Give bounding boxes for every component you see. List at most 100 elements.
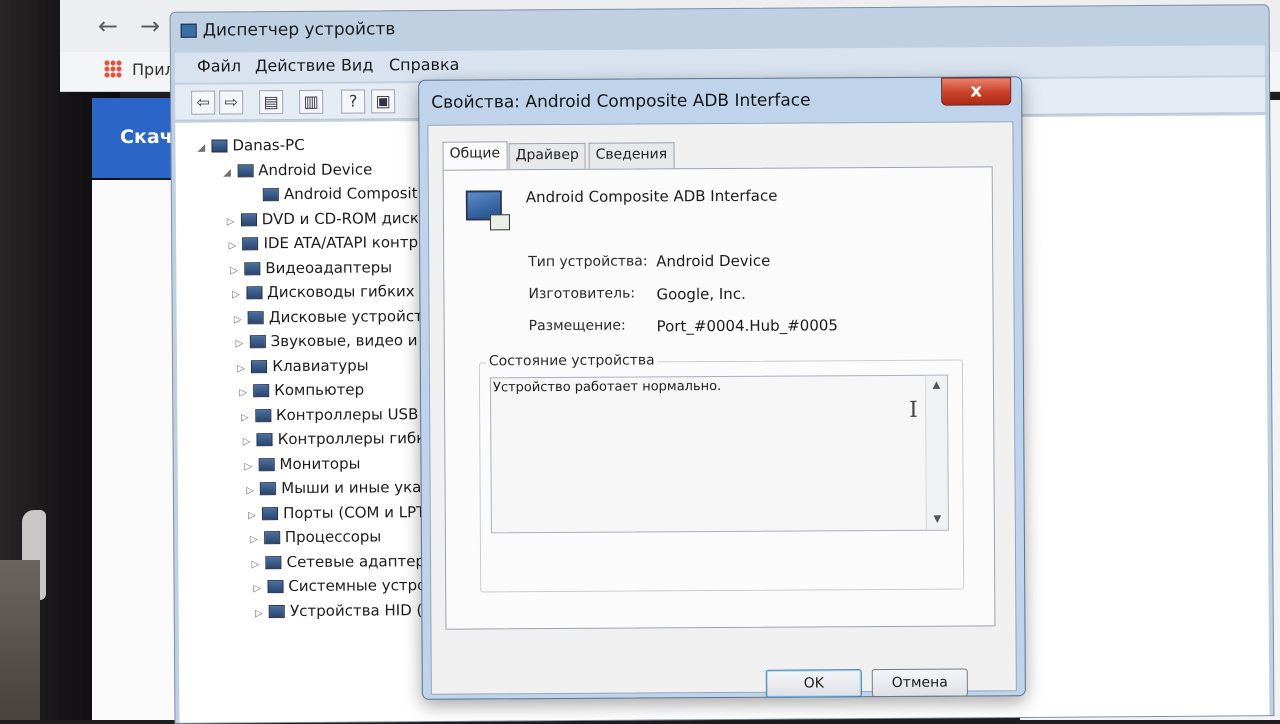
dialog-title: Свойства: Android Composite ADB Interfac… <box>431 90 810 112</box>
expand-arrow-icon[interactable]: ▷ <box>255 608 269 619</box>
tree-item[interactable]: ▷ Сетевые адаптеры <box>251 551 436 570</box>
expand-arrow-icon[interactable]: ▷ <box>250 534 264 545</box>
manufacturer-label: Изготовитель: <box>528 286 635 303</box>
status-scrollbar[interactable]: ▲ ▼ <box>925 376 948 530</box>
expand-arrow-icon[interactable]: ▷ <box>236 338 250 349</box>
expand-arrow-icon[interactable]: ▷ <box>239 387 253 398</box>
tree-item[interactable]: ▷ Мыши и иные указы <box>246 478 441 497</box>
tree-item[interactable]: ▷ Мониторы <box>244 454 360 473</box>
tree-item[interactable]: ▷ Компьютер <box>239 380 364 399</box>
device-category-icon <box>237 164 253 177</box>
ok-button[interactable]: OK <box>766 669 862 698</box>
browser-back-icon[interactable]: ← <box>98 12 118 40</box>
menu-action[interactable]: Действие <box>255 56 336 76</box>
tab-general[interactable]: Общие <box>442 141 507 170</box>
tree-item[interactable]: ▷ Дисковые устройства <box>234 306 441 325</box>
update-icon[interactable]: ▣ <box>371 89 395 113</box>
device-category-icon <box>263 188 279 201</box>
expand-arrow-icon[interactable]: ▷ <box>230 265 244 276</box>
tree-item-label: IDE ATA/ATAPI контр <box>263 233 418 252</box>
device-category-icon <box>269 605 285 618</box>
tree-item[interactable]: ▷ Контроллеры гибких <box>243 429 444 448</box>
device-category-icon <box>250 335 266 348</box>
tree-item-label: Android Device <box>258 160 372 179</box>
expand-arrow-icon[interactable]: ▷ <box>248 510 262 521</box>
device-category-icon <box>258 458 274 471</box>
general-tab-panel: Android Composite ADB Interface Тип устр… <box>443 166 996 629</box>
device-status-text: Устройство работает нормально. <box>493 379 721 395</box>
tree-item-label: Мониторы <box>279 454 360 473</box>
expand-arrow-icon[interactable]: ▷ <box>232 289 246 300</box>
cancel-button[interactable]: Отмена <box>872 669 968 698</box>
device-icon <box>466 190 502 220</box>
menu-file[interactable]: Файл <box>197 56 241 75</box>
tree-item-label: Контроллеры гибких <box>278 429 444 448</box>
tree-item[interactable]: ▷Дисководы гибких ди <box>232 282 440 301</box>
tree-item[interactable]: ▷ Клавиатуры <box>237 356 368 375</box>
device-category-icon <box>264 531 280 544</box>
device-name: Android Composite ADB Interface <box>526 187 778 207</box>
menu-view[interactable]: Вид <box>341 55 374 74</box>
properties-icon[interactable]: ▤ <box>259 90 283 114</box>
expand-arrow-icon[interactable]: ▷ <box>229 240 243 251</box>
collapse-arrow-icon[interactable]: ◢ <box>197 143 211 154</box>
device-category-icon <box>257 433 273 446</box>
tree-item-label: Android Composit <box>284 184 418 203</box>
device-status-textbox[interactable]: Устройство работает нормально. I ▲ ▼ <box>490 375 949 534</box>
tree-item[interactable]: ◢Danas-PC <box>197 136 304 155</box>
forward-icon[interactable]: ⇨ <box>219 90 243 114</box>
tree-item-label: Видеоадаптеры <box>265 258 392 277</box>
tab-driver[interactable]: Драйвер <box>509 143 586 169</box>
expand-arrow-icon[interactable]: ▷ <box>252 559 266 570</box>
tree-item-label: Сетевые адаптеры <box>286 551 436 570</box>
collapse-arrow-icon[interactable]: ◢ <box>223 167 237 178</box>
device-category-icon <box>262 507 278 520</box>
expand-arrow-icon[interactable]: ▷ <box>234 314 248 325</box>
tree-item-label: Дисковые устройства <box>269 306 441 325</box>
apps-grid-icon[interactable] <box>104 60 122 78</box>
tree-item[interactable]: ▷ Видеоадаптеры <box>230 258 392 277</box>
device-type-value: Android Device <box>656 252 770 271</box>
expand-arrow-icon[interactable]: ▷ <box>253 583 267 594</box>
tree-item-label: Порты (COM и LPT) <box>283 503 431 522</box>
manufacturer-value: Google, Inc. <box>656 285 745 304</box>
close-button[interactable]: x <box>941 77 1011 105</box>
expand-arrow-icon[interactable]: ▷ <box>244 461 258 472</box>
device-category-icon <box>248 311 264 324</box>
menu-help[interactable]: Справка <box>389 55 460 74</box>
scroll-up-icon[interactable]: ▲ <box>926 376 947 396</box>
expand-arrow-icon[interactable]: ▷ <box>246 485 260 496</box>
device-category-icon <box>244 262 260 275</box>
help-icon[interactable]: ? <box>341 89 365 113</box>
tree-item[interactable]: Android Composit <box>249 184 418 203</box>
back-icon[interactable]: ⇦ <box>191 91 215 115</box>
properties-dialog: Свойства: Android Composite ADB Interfac… <box>418 76 1026 700</box>
expand-arrow-icon[interactable]: ▷ <box>241 412 255 423</box>
location-label: Размещение: <box>529 318 626 335</box>
tree-item[interactable]: ▷ Контроллеры USB <box>241 405 419 424</box>
device-category-icon <box>241 213 257 226</box>
tree-item[interactable]: ▷Процессоры <box>250 527 382 546</box>
device-status-label: Состояние устройства <box>486 352 658 369</box>
expand-arrow-icon[interactable]: ▷ <box>243 436 257 447</box>
tree-item[interactable]: ▷ IDE ATA/ATAPI контр <box>228 233 418 252</box>
tree-item[interactable]: ◢ Android Device <box>223 160 372 179</box>
browser-forward-icon[interactable]: → <box>140 12 160 40</box>
expand-arrow-icon[interactable]: ▷ <box>237 363 251 374</box>
device-category-icon <box>260 482 276 495</box>
tree-item-label: Компьютер <box>274 380 364 399</box>
device-category-icon <box>255 409 271 422</box>
tree-item-label: Контроллеры USB <box>276 405 419 424</box>
tree-item[interactable]: ▷ Порты (COM и LPT) <box>248 503 431 522</box>
scroll-down-icon[interactable]: ▼ <box>927 510 948 530</box>
tree-item-label: Клавиатуры <box>272 356 368 375</box>
device-category-icon <box>266 556 282 569</box>
tree-item[interactable]: ▷ Звуковые, видео и иг <box>236 331 440 350</box>
tree-item-label: Мыши и иные указы <box>281 478 441 497</box>
view-icon[interactable]: ▥ <box>299 90 323 114</box>
tree-item[interactable]: ▷DVD и CD-ROM диско <box>227 209 428 228</box>
window-title: Диспетчер устройств <box>203 19 396 40</box>
expand-arrow-icon[interactable]: ▷ <box>227 216 241 227</box>
tree-item-label: Звуковые, видео и иг <box>271 331 440 350</box>
tab-details[interactable]: Сведения <box>588 142 674 169</box>
